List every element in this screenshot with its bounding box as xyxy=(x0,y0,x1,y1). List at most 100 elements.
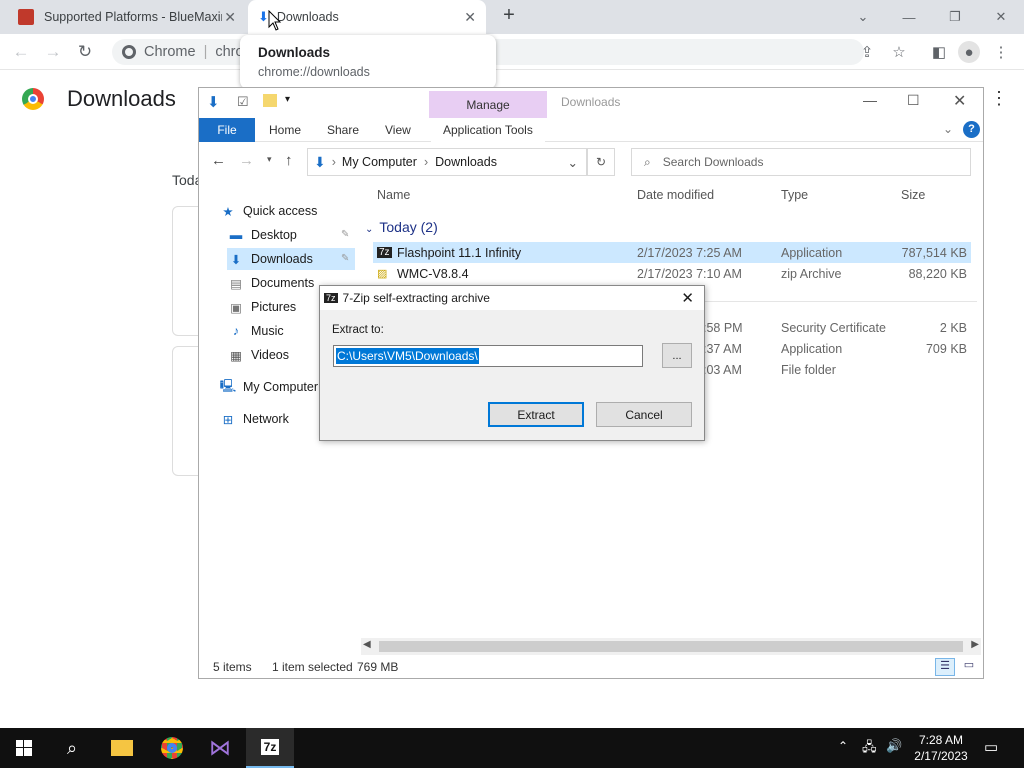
dialog-close-icon[interactable]: ✕ xyxy=(681,289,694,307)
window-title: Downloads xyxy=(561,95,621,109)
nav-my-computer[interactable]: 🖳 My Computer xyxy=(219,376,318,398)
file-row[interactable]: ▨ WMC-V8.8.4 2/17/2023 7:10 AM zip Archi… xyxy=(373,263,971,284)
start-button[interactable] xyxy=(0,728,48,768)
properties-icon[interactable]: ☑ xyxy=(237,94,249,110)
large-icons-view-icon[interactable]: ▭ xyxy=(959,658,979,676)
forward-icon[interactable]: → xyxy=(239,152,254,169)
scroll-thumb[interactable] xyxy=(379,641,963,652)
network-tray-icon[interactable]: 🖧 xyxy=(862,738,877,760)
music-icon: ♪ xyxy=(232,324,240,338)
nav-documents[interactable]: ▤ Documents xyxy=(227,272,314,294)
pin-icon[interactable]: ✎ xyxy=(341,229,349,240)
profile-avatar-icon[interactable]: ● xyxy=(958,41,980,63)
tab-search-icon[interactable]: ⌄ xyxy=(840,0,886,34)
scroll-left-icon[interactable]: ◀ xyxy=(363,639,371,650)
qat-dropdown-icon[interactable]: ▾ xyxy=(285,94,290,105)
volume-icon[interactable]: 🔊 xyxy=(886,738,902,754)
close-window-button[interactable]: ✕ xyxy=(978,0,1024,34)
group-header[interactable]: ⌄ Today (2) xyxy=(365,219,438,235)
chrome-toolbar: ← → ↻ Chrome | chrome://downloads ⇪ ☆ ◧ … xyxy=(0,34,1024,70)
close-tab-icon[interactable]: ✕ xyxy=(464,9,476,26)
close-window-button[interactable]: ✕ xyxy=(953,91,966,111)
column-header-name[interactable]: Name xyxy=(377,188,410,202)
chrome-icon xyxy=(161,737,183,759)
pin-icon[interactable]: ✎ xyxy=(341,253,349,264)
close-tab-icon[interactable]: ✕ xyxy=(224,9,236,26)
taskbar-visual-studio-icon[interactable]: ⋈ xyxy=(196,728,244,768)
nav-music[interactable]: ♪ Music xyxy=(227,320,284,342)
page-menu-icon[interactable]: ⋮ xyxy=(990,88,1008,109)
search-input[interactable]: ⌕ Search Downloads xyxy=(631,148,971,176)
network-icon: ⊞ xyxy=(222,412,234,427)
mouse-cursor-icon xyxy=(268,10,282,31)
recent-locations-icon[interactable]: ▾ xyxy=(267,154,272,165)
scroll-right-icon[interactable]: ▶ xyxy=(971,639,979,650)
breadcrumb-downloads[interactable]: Downloads xyxy=(435,155,497,169)
side-panel-icon[interactable]: ◧ xyxy=(928,41,950,63)
tab-supported-platforms[interactable]: Supported Platforms - BlueMaxima ✕ xyxy=(8,0,246,34)
ribbon-tab-file[interactable]: File xyxy=(199,118,255,142)
quick-access-toolbar: ⬇ ☑ ▾ Manage Downloads — ☐ ✕ xyxy=(199,88,983,118)
column-header-type[interactable]: Type xyxy=(781,188,808,202)
details-view-icon[interactable]: ☰ xyxy=(935,658,955,676)
nav-pictures[interactable]: ▣ Pictures xyxy=(227,296,296,318)
status-bar: 5 items 1 item selected 769 MB ☰ ▭ xyxy=(199,656,983,678)
share-icon[interactable]: ⇪ xyxy=(856,41,878,63)
videos-icon: ▦ xyxy=(230,348,242,363)
extract-to-label: Extract to: xyxy=(332,324,384,336)
address-dropdown-icon[interactable]: ⌄ xyxy=(568,155,578,170)
show-hidden-icons-icon[interactable]: ⌃ xyxy=(838,739,848,753)
address-bar[interactable]: ⬇ › My Computer › Downloads ⌄ xyxy=(307,148,587,176)
extract-path-input[interactable]: C:\Users\VM5\Downloads\ xyxy=(333,345,643,367)
taskbar-search-icon[interactable]: ⌕ xyxy=(48,728,96,768)
manage-context-tab[interactable]: Manage xyxy=(429,91,547,118)
file-row[interactable]: 7z Flashpoint 11.1 Infinity 2/17/2023 7:… xyxy=(373,242,971,263)
omnibox-origin: Chrome xyxy=(144,44,196,60)
column-header-date[interactable]: Date modified xyxy=(637,188,714,202)
bookmark-star-icon[interactable]: ☆ xyxy=(888,41,910,63)
cancel-button[interactable]: Cancel xyxy=(596,402,692,427)
forward-button[interactable]: → xyxy=(40,39,66,65)
ribbon-tab-application-tools[interactable]: Application Tools xyxy=(431,118,545,142)
taskbar-chrome[interactable] xyxy=(148,728,196,768)
taskbar-file-explorer[interactable] xyxy=(98,728,146,768)
reload-button[interactable]: ↻ xyxy=(72,39,98,65)
ribbon-tab-home[interactable]: Home xyxy=(257,118,313,142)
7zip-dialog: 7z 7-Zip self-extracting archive ✕ Extra… xyxy=(319,285,705,441)
browse-button[interactable]: ... xyxy=(662,343,692,368)
nav-videos[interactable]: ▦ Videos xyxy=(227,344,289,366)
nav-desktop[interactable]: ▬ Desktop xyxy=(227,224,297,246)
refresh-icon[interactable]: ↻ xyxy=(587,148,615,176)
documents-icon: ▤ xyxy=(230,276,242,291)
7zip-icon: 7z xyxy=(260,739,280,755)
new-folder-icon[interactable] xyxy=(263,94,277,107)
expand-ribbon-icon[interactable]: ⌄ xyxy=(943,122,953,136)
taskbar-7zip[interactable]: 7z xyxy=(246,728,294,768)
minimize-button[interactable]: — xyxy=(886,0,932,34)
tab-downloads[interactable]: ⬇ Downloads ✕ xyxy=(248,0,486,34)
up-icon[interactable]: ↑ xyxy=(285,152,293,169)
nav-quick-access[interactable]: ★ Quick access xyxy=(219,200,317,222)
menu-kebab-icon[interactable]: ⋮ xyxy=(990,41,1012,63)
ribbon-tab-share[interactable]: Share xyxy=(315,118,371,142)
taskbar: ⌕ ⋈ 7z ⌃ 🖧 🔊 7:28 AM 2/17/2023 ▭ xyxy=(0,728,1024,768)
nav-network[interactable]: ⊞ Network xyxy=(219,408,289,430)
maximize-button[interactable]: ☐ xyxy=(907,92,920,109)
restore-button[interactable]: ❐ xyxy=(932,0,978,34)
minimize-button[interactable]: — xyxy=(863,92,877,108)
download-arrow-icon: ⬇ xyxy=(207,94,220,111)
nav-downloads[interactable]: ⬇ Downloads xyxy=(227,248,355,270)
back-icon[interactable]: ← xyxy=(211,152,226,169)
back-button[interactable]: ← xyxy=(8,39,34,65)
folder-icon xyxy=(111,740,133,756)
extract-button[interactable]: Extract xyxy=(488,402,584,427)
clock[interactable]: 7:28 AM 2/17/2023 xyxy=(906,732,976,764)
ribbon-tab-view[interactable]: View xyxy=(373,118,423,142)
horizontal-scrollbar[interactable]: ◀ ▶ xyxy=(361,638,981,655)
notifications-icon[interactable]: ▭ xyxy=(984,738,998,756)
new-tab-button[interactable]: + xyxy=(496,4,522,30)
clock-date: 2/17/2023 xyxy=(914,749,968,763)
column-header-size[interactable]: Size xyxy=(901,188,925,202)
breadcrumb-my-computer[interactable]: My Computer xyxy=(342,155,417,169)
help-icon[interactable]: ? xyxy=(963,121,980,138)
